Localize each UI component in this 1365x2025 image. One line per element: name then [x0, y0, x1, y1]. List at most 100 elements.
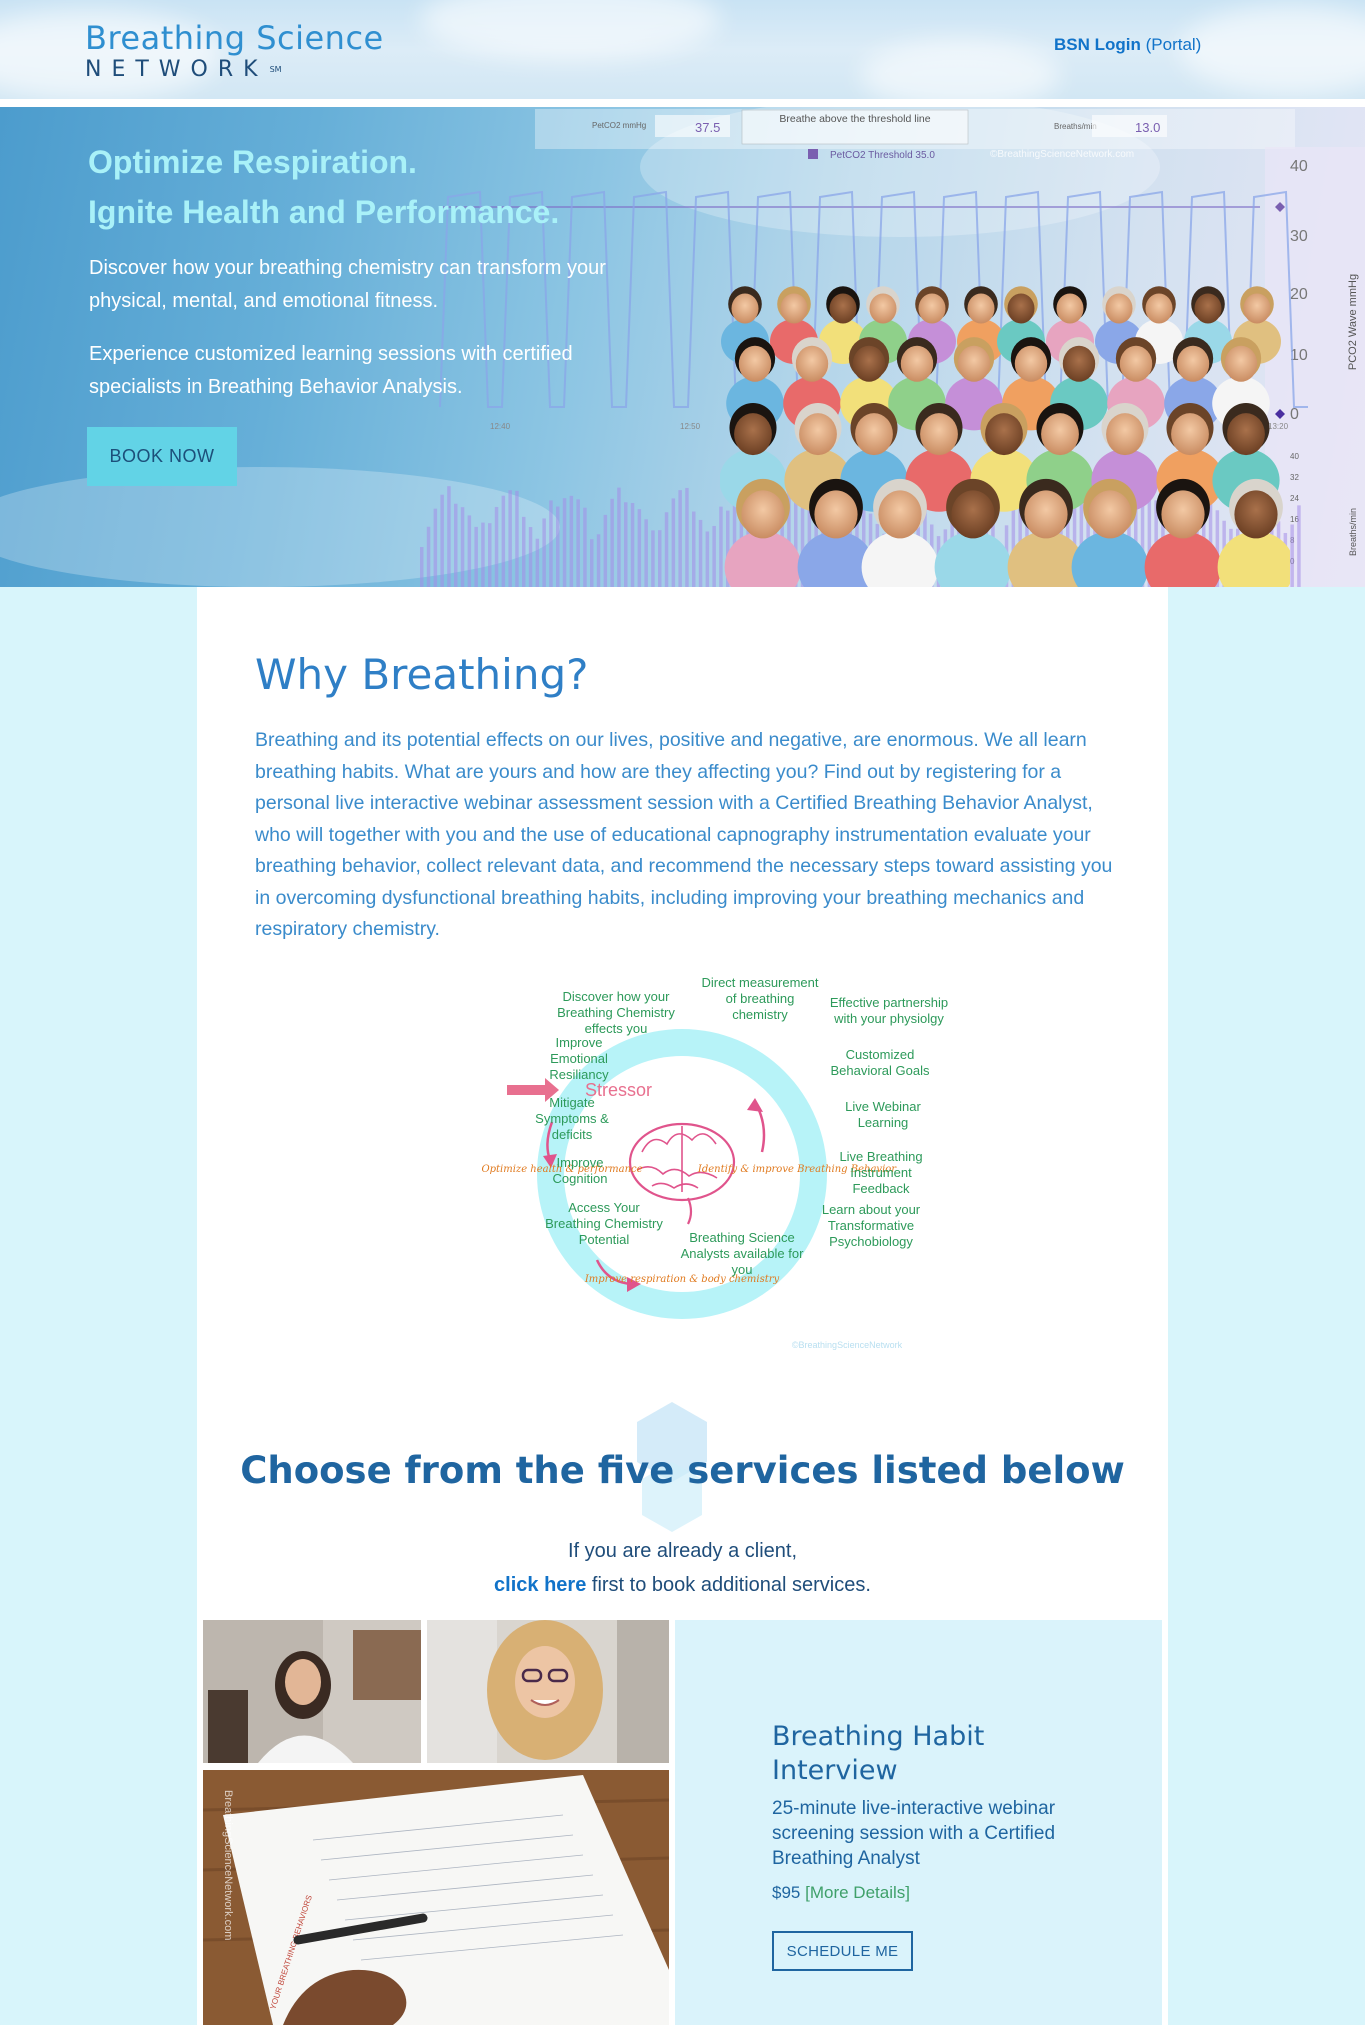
services-heading: Choose from the five services listed bel…	[240, 1449, 1125, 1492]
diagram-outer-label: Mitigate Symptoms & deficits	[535, 1095, 609, 1142]
bsn-login-link[interactable]: BSN Login (Portal)	[1054, 35, 1201, 55]
person-face	[985, 413, 1023, 456]
diagram-outer-label: Learn about your Transformative Psychobi…	[821, 1202, 921, 1249]
logo-subtitle: NETWORK SM	[85, 57, 282, 82]
logo-title: Breathing Science	[85, 19, 384, 57]
person-face	[878, 490, 922, 539]
person-face	[918, 293, 946, 324]
rate-bar	[549, 500, 553, 587]
person-face	[920, 413, 958, 456]
hero-paragraph-2: Experience customized learning sessions …	[89, 343, 573, 398]
rate-bar	[569, 495, 574, 587]
diagram-outer-label: Discover how your Breathing Chemistry ef…	[557, 989, 675, 1036]
rate-bar	[712, 525, 716, 587]
header-divider	[0, 99, 1365, 107]
person-face	[951, 490, 995, 539]
rate-bar	[678, 490, 682, 587]
svg-text:PetCO2 mmHg: PetCO2 mmHg	[592, 121, 646, 130]
person-face	[1227, 413, 1265, 456]
time-tick-label: 12:40	[490, 422, 511, 431]
rate-bar	[447, 486, 451, 587]
rate-bar	[692, 511, 696, 587]
group-photo	[720, 286, 1290, 587]
hero-headline: Optimize Respiration. Ignite Health and …	[88, 144, 560, 230]
client-notice-line2: click here first to book additional serv…	[494, 1574, 871, 1596]
lower-tick-label: 32	[1290, 473, 1299, 482]
svg-text:Breaths/min: Breaths/min	[1054, 122, 1097, 131]
person-face	[799, 413, 837, 456]
book-now-button[interactable]: BOOK NOW	[87, 427, 237, 486]
schedule-me-button[interactable]: SCHEDULE ME	[772, 1931, 913, 1971]
client-click-here-link[interactable]: click here	[494, 1574, 586, 1596]
rate-bar	[1297, 505, 1301, 587]
client-notice-line1: If you are already a client,	[567, 1540, 797, 1562]
person-face	[1161, 490, 1205, 539]
lower-tick-label: 24	[1290, 494, 1299, 503]
service-photos: YOUR BREATHING BEHAVIORS BreathingScienc…	[203, 1620, 669, 2025]
service-price-line: $95 [More Details]	[772, 1883, 910, 1903]
why-breathing-text: Breathing and its potential effects on o…	[255, 729, 1113, 940]
person-face	[1041, 413, 1079, 456]
y-tick-label: 0	[1290, 406, 1299, 423]
person-face	[957, 345, 991, 382]
diagram-outer-label: Access Your Breathing Chemistry Potentia…	[545, 1200, 663, 1247]
main-content: Why Breathing? Breathing and its potenti…	[197, 587, 1168, 2025]
svg-text:13.0: 13.0	[1135, 120, 1160, 135]
person-face	[1014, 345, 1048, 382]
prompt-text: Breathe above the threshold line	[779, 113, 930, 125]
svg-text:PCO2 Wave mmHg: PCO2 Wave mmHg	[1347, 274, 1359, 370]
rate-bar	[705, 531, 710, 587]
rate-bar	[488, 523, 492, 587]
diagram-outer-label: Live Webinar Learning	[845, 1099, 921, 1130]
rate-bar	[651, 530, 655, 587]
analyst-photo-2	[427, 1620, 669, 1763]
rate-bar	[467, 515, 472, 587]
person-face	[967, 293, 995, 324]
svg-text:Breaths/min: Breaths/min	[1348, 508, 1358, 556]
person-face	[1194, 293, 1222, 324]
rate-bar	[596, 534, 601, 587]
person-face	[852, 345, 886, 382]
rate-bar	[610, 498, 614, 587]
person-face	[855, 413, 893, 456]
rate-bar	[630, 502, 635, 587]
person-face	[1224, 345, 1258, 382]
more-details-link[interactable]: [More Details]	[805, 1883, 910, 1902]
time-tick-label: 12:50	[680, 422, 701, 431]
diagram-outer-label: Effective partnership with your physiolg…	[829, 995, 949, 1026]
rate-bar	[562, 498, 567, 587]
rate-bar	[433, 508, 438, 587]
rate-bar	[617, 487, 621, 587]
hero-paragraph-1: Discover how your breathing chemistry ca…	[89, 257, 606, 312]
svg-text:PetCO2 Threshold 35.0: PetCO2 Threshold 35.0	[830, 150, 935, 161]
person-face	[1106, 413, 1144, 456]
rate-bar	[440, 494, 444, 587]
analyst-photo-1	[203, 1620, 421, 1763]
person-face	[1062, 345, 1096, 382]
site-logo[interactable]: Breathing Science NETWORK SM	[85, 22, 384, 81]
person-face	[1119, 345, 1153, 382]
rate-bar	[1290, 524, 1294, 587]
svg-text:©BreathingScienceNetwork: ©BreathingScienceNetwork	[792, 1340, 903, 1350]
service-card-breathing-habit-interview: Breathing Habit Interview 25-minute live…	[675, 1620, 1162, 2025]
rate-bar	[426, 526, 431, 587]
rate-bar	[671, 498, 676, 587]
rate-bar	[576, 499, 580, 587]
lower-tick-label: 40	[1290, 452, 1299, 461]
rate-bar	[460, 507, 465, 587]
rate-bar	[535, 538, 540, 587]
rate-bar	[658, 530, 662, 587]
person-face	[900, 345, 934, 382]
diagram-outer-label: Improve Cognition	[552, 1155, 608, 1186]
person-face	[814, 490, 858, 539]
person-face	[1007, 293, 1035, 324]
person-face	[1088, 490, 1132, 539]
svg-text:37.5: 37.5	[695, 120, 720, 135]
diagram-outer-label: Breathing Science Analysts available for…	[680, 1230, 804, 1277]
person-face	[1105, 293, 1133, 324]
person-face	[869, 293, 897, 324]
rate-bar	[637, 509, 642, 587]
rate-bar	[522, 516, 526, 587]
worksheet-photo: YOUR BREATHING BEHAVIORS BreathingScienc…	[203, 1770, 669, 2025]
person-face	[731, 293, 759, 324]
